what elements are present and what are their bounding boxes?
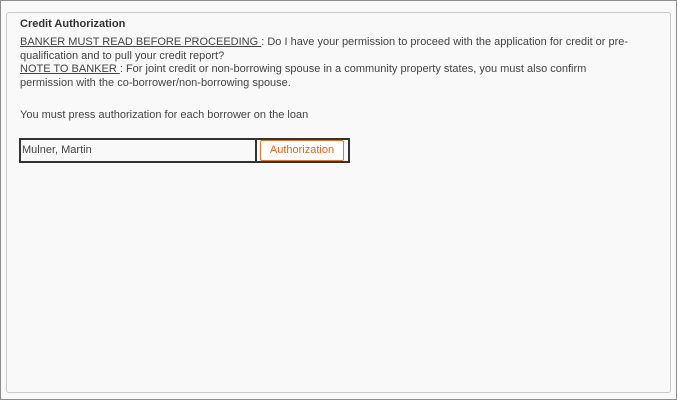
section-legend: Credit Authorization xyxy=(17,17,129,31)
credit-authorization-panel: Credit Authorization BANKER MUST READ BE… xyxy=(0,0,677,400)
borrower-name: Mulner, Martin xyxy=(21,140,257,161)
note-to-banker: NOTE TO BANKER : For joint credit or non… xyxy=(20,63,640,90)
notice-text: BANKER MUST READ BEFORE PROCEEDING : Do … xyxy=(20,36,640,90)
banker-notice-heading: BANKER MUST READ BEFORE PROCEEDING xyxy=(20,36,262,48)
authorization-button[interactable]: Authorization xyxy=(260,140,344,161)
banker-notice: BANKER MUST READ BEFORE PROCEEDING : Do … xyxy=(20,36,640,63)
authorization-cell: Authorization xyxy=(257,140,348,161)
note-to-banker-heading: NOTE TO BANKER xyxy=(20,63,120,75)
authorization-instruction: You must press authorization for each bo… xyxy=(20,109,309,121)
borrower-row: Mulner, Martin Authorization xyxy=(19,138,350,163)
